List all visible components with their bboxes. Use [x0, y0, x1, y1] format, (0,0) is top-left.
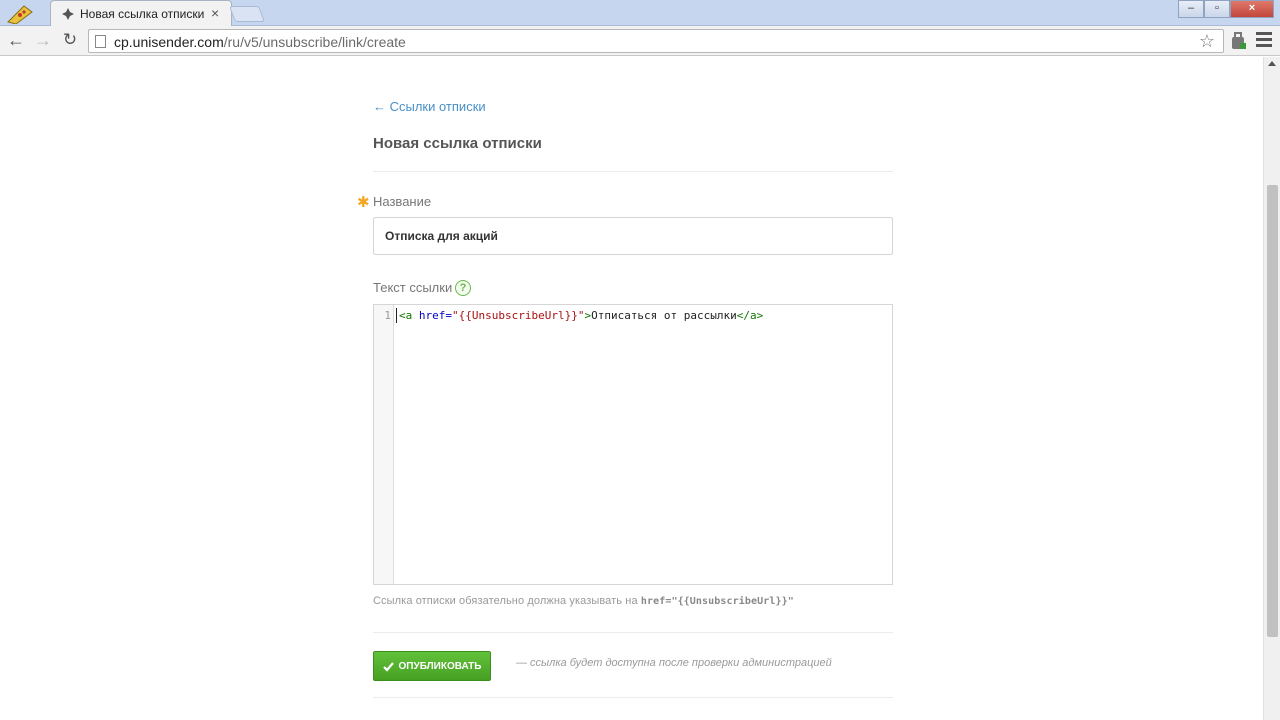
link-text-field-label: Текст ссылки — [373, 280, 453, 295]
editor-gutter: 1 — [374, 305, 394, 584]
browser-toolbar: ← → ↻ cp.unisender.com/ru/v5/unsubscribe… — [0, 26, 1280, 56]
code-close-tag: </a> — [736, 309, 764, 322]
hint-text: Ссылка отписки обязательно должна указыв… — [373, 595, 638, 607]
name-field-label: Название — [373, 194, 432, 209]
back-arrow-icon[interactable]: ← — [6, 31, 26, 51]
url-text: cp.unisender.com/ru/v5/unsubscribe/link/… — [114, 34, 406, 50]
code-link-text: Отписаться от рассылки — [591, 309, 737, 322]
browser-tab-active[interactable]: Новая ссылка отписки × — [50, 0, 232, 26]
close-window-button[interactable]: × — [1230, 0, 1274, 18]
extension-icon[interactable] — [1230, 31, 1248, 51]
checkmark-icon — [382, 661, 394, 672]
bottom-divider — [373, 697, 893, 698]
page-title: Новая ссылка отписки — [373, 135, 542, 152]
maximize-button[interactable]: ▫ — [1204, 0, 1230, 18]
publish-button-label: ОПУБЛИКОВАТЬ — [398, 660, 482, 672]
app-logo-icon — [7, 5, 33, 24]
favicon-icon — [62, 8, 74, 20]
back-to-unsubscribe-links-link[interactable]: ← Ссылки отписки — [373, 99, 486, 114]
code-attribute-value: "{{UnsubscribeUrl}}" — [452, 309, 585, 322]
text-caret — [396, 308, 397, 323]
code-line[interactable]: <a href="{{UnsubscribeUrl}}">Отписаться … — [399, 309, 763, 322]
forward-arrow-icon[interactable]: → — [33, 31, 53, 51]
link-hint: Ссылка отписки обязательно должна указыв… — [373, 595, 794, 607]
minimize-button[interactable]: – — [1178, 0, 1204, 18]
publish-note: — ссылка будет доступна после проверки а… — [516, 657, 832, 669]
reload-icon[interactable]: ↻ — [60, 31, 80, 51]
help-question-icon[interactable]: ? — [455, 280, 471, 296]
address-bar[interactable]: cp.unisender.com/ru/v5/unsubscribe/link/… — [88, 29, 1224, 53]
scroll-thumb[interactable] — [1267, 185, 1278, 637]
browser-titlebar: Новая ссылка отписки × – ▫ × — [0, 0, 1280, 26]
scroll-up-arrow-icon[interactable] — [1268, 61, 1276, 66]
url-path: /ru/v5/unsubscribe/link/create — [223, 34, 406, 50]
tab-close-icon[interactable]: × — [211, 5, 219, 21]
url-domain: cp.unisender.com — [114, 34, 224, 50]
code-open-tag: <a — [399, 309, 413, 322]
publish-button[interactable]: ОПУБЛИКОВАТЬ — [373, 651, 491, 681]
page-icon — [95, 35, 106, 48]
tab-title: Новая ссылка отписки — [80, 7, 205, 21]
line-number: 1 — [384, 309, 391, 322]
code-attribute: href= — [412, 309, 452, 322]
title-divider — [373, 171, 893, 172]
required-star-icon: ✱ — [357, 194, 370, 211]
bookmark-star-icon[interactable]: ☆ — [1199, 31, 1215, 52]
link-code-editor[interactable]: 1 <a href="{{UnsubscribeUrl}}">Отписатьс… — [373, 304, 893, 585]
window-controls: – ▫ × — [1178, 0, 1274, 18]
hint-code: href="{{UnsubscribeUrl}}" — [640, 596, 794, 607]
page-scrollbar[interactable] — [1263, 57, 1280, 720]
browser-menu-icon[interactable] — [1256, 32, 1272, 48]
form-divider — [373, 632, 893, 633]
name-input[interactable]: Отписка для акций — [373, 217, 893, 255]
new-tab-button[interactable] — [229, 6, 265, 22]
